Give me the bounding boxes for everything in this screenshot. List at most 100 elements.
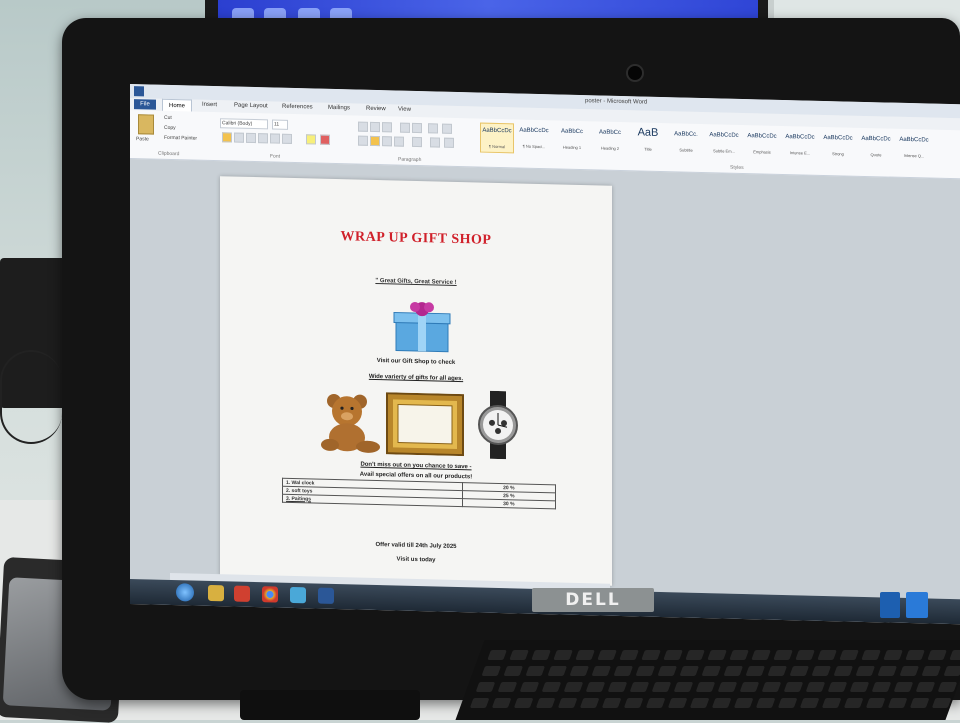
font-name-select[interactable]: Calibri (Body) bbox=[220, 118, 268, 130]
style-item[interactable]: AaBbCcDc Quote bbox=[860, 132, 892, 161]
webcam-icon bbox=[626, 64, 644, 82]
paste-icon[interactable] bbox=[138, 114, 154, 135]
media-player-icon[interactable] bbox=[234, 585, 250, 602]
keyboard-key bbox=[849, 682, 870, 692]
style-name: Intense Q... bbox=[903, 152, 925, 159]
increase-indent-button[interactable] bbox=[412, 122, 422, 134]
style-item[interactable]: AaBbCcDc Strong bbox=[822, 131, 854, 160]
multilevel-list-button[interactable] bbox=[382, 122, 392, 133]
style-item[interactable]: AaBbCcDc ¶ No Spaci... bbox=[518, 123, 550, 152]
italic-button[interactable] bbox=[234, 132, 244, 143]
paste-button[interactable]: Paste bbox=[136, 136, 149, 142]
keyboard-key bbox=[509, 650, 529, 660]
style-item[interactable]: AaBbCc Heading 1 bbox=[556, 124, 588, 153]
cut-button[interactable]: Cut bbox=[164, 115, 172, 121]
align-right-button[interactable] bbox=[382, 136, 392, 147]
style-item[interactable]: AaBbCcDc Emphasis bbox=[746, 129, 778, 158]
font-color-button[interactable] bbox=[320, 134, 330, 145]
bold-button[interactable] bbox=[222, 132, 232, 143]
font-group-label: Font bbox=[270, 153, 281, 160]
ie-icon[interactable] bbox=[290, 586, 306, 604]
keyboard-key bbox=[667, 698, 688, 708]
style-sample: AaBbCcDc bbox=[709, 132, 739, 139]
copy-button[interactable]: Copy bbox=[164, 125, 176, 131]
chrome-icon[interactable] bbox=[262, 586, 278, 603]
windows-start-icon[interactable] bbox=[176, 583, 194, 602]
shading-button[interactable] bbox=[430, 137, 440, 148]
justify-button[interactable] bbox=[394, 136, 404, 147]
keyboard-key bbox=[497, 682, 518, 692]
gift-box-image bbox=[393, 301, 451, 353]
offer-validity: Offer valid till 24th July 2025 bbox=[375, 541, 457, 550]
bullets-button[interactable] bbox=[358, 121, 368, 132]
style-sample: AaBbCcDc bbox=[747, 133, 777, 140]
closing-line: Visit us today bbox=[396, 556, 436, 564]
keyboard-key bbox=[877, 666, 898, 676]
style-item[interactable]: AaBbCcDc ¶ Normal bbox=[480, 122, 514, 154]
keyboard-key bbox=[685, 650, 705, 660]
style-item[interactable]: AaBbCcDc Subtle Em... bbox=[708, 128, 740, 157]
tab-review[interactable]: Review bbox=[366, 106, 386, 112]
keyboard-key bbox=[909, 698, 930, 708]
keyboard-key bbox=[773, 650, 793, 660]
keyboard-key bbox=[695, 682, 716, 692]
tab-file[interactable]: File bbox=[134, 99, 156, 110]
keyboard-key bbox=[745, 666, 766, 676]
keyboard-key bbox=[579, 698, 600, 708]
offers-table: 1. Wal clock 20 % 2. soft toys 25 % 3. Paiti… bbox=[282, 478, 556, 510]
format-painter-button[interactable]: Format Painter bbox=[164, 135, 197, 142]
keyboard-key bbox=[887, 698, 908, 708]
keyboard-key bbox=[635, 666, 656, 676]
tab-mailings[interactable]: Mailings bbox=[328, 105, 350, 112]
style-item[interactable]: AaB Title bbox=[632, 126, 664, 155]
align-center-button[interactable] bbox=[370, 135, 380, 147]
style-item[interactable]: AaBbCc. Subtitle bbox=[670, 127, 702, 156]
numbering-button[interactable] bbox=[370, 121, 380, 133]
keyboard-key bbox=[503, 666, 524, 676]
keyboard-key bbox=[931, 698, 952, 708]
keyboard-key bbox=[817, 650, 837, 660]
keyboard-key bbox=[513, 698, 534, 708]
keyboard-key bbox=[679, 666, 700, 676]
keyboard-key bbox=[905, 650, 925, 660]
keyboard-key bbox=[591, 666, 612, 676]
word-icon[interactable] bbox=[318, 587, 334, 604]
style-name: ¶ Normal bbox=[488, 143, 506, 150]
align-left-button[interactable] bbox=[358, 135, 368, 146]
style-item[interactable]: AaBbCcDc Intense E... bbox=[784, 130, 816, 159]
line-spacing-button[interactable] bbox=[412, 136, 422, 148]
tab-references[interactable]: References bbox=[282, 104, 313, 111]
sort-button[interactable] bbox=[428, 123, 438, 134]
keyboard-key bbox=[739, 682, 760, 692]
style-sample: AaBbCcDc bbox=[899, 136, 929, 144]
keyboard-key bbox=[843, 698, 864, 708]
decrease-indent-button[interactable] bbox=[400, 122, 410, 133]
tab-insert[interactable]: Insert bbox=[202, 102, 217, 108]
superscript-button[interactable] bbox=[282, 133, 292, 144]
style-name: Strong bbox=[832, 151, 844, 157]
tab-view[interactable]: View bbox=[398, 107, 411, 113]
style-sample: AaB bbox=[637, 126, 659, 139]
keyboard-key bbox=[673, 682, 694, 692]
keyboard-key bbox=[921, 666, 942, 676]
explorer-icon[interactable] bbox=[208, 584, 224, 602]
tab-page-layout[interactable]: Page Layout bbox=[234, 103, 268, 110]
keyboard-key bbox=[535, 698, 556, 708]
style-item[interactable]: AaBbCcDc Intense Q... bbox=[898, 133, 930, 162]
show-marks-button[interactable] bbox=[442, 123, 452, 134]
subscript-button[interactable] bbox=[270, 133, 280, 144]
strikethrough-button[interactable] bbox=[258, 133, 268, 144]
borders-button[interactable] bbox=[444, 137, 454, 148]
keyboard-key bbox=[833, 666, 854, 676]
keyboard-key bbox=[777, 698, 798, 708]
document-page[interactable]: WRAP UP GIFT SHOP " Great Gifts, Great S… bbox=[220, 176, 612, 586]
word-app-icon[interactable] bbox=[134, 86, 144, 97]
keyboard-key bbox=[751, 650, 771, 660]
font-size-select[interactable]: 11 bbox=[272, 119, 288, 130]
underline-button[interactable] bbox=[246, 132, 256, 144]
highlight-color-button[interactable] bbox=[306, 134, 316, 145]
style-sample: AaBbCcDc bbox=[823, 134, 853, 142]
style-sample: AaBbCc bbox=[560, 128, 583, 136]
style-item[interactable]: AaBbCc Heading 2 bbox=[594, 125, 626, 154]
keyboard-key bbox=[723, 666, 744, 676]
